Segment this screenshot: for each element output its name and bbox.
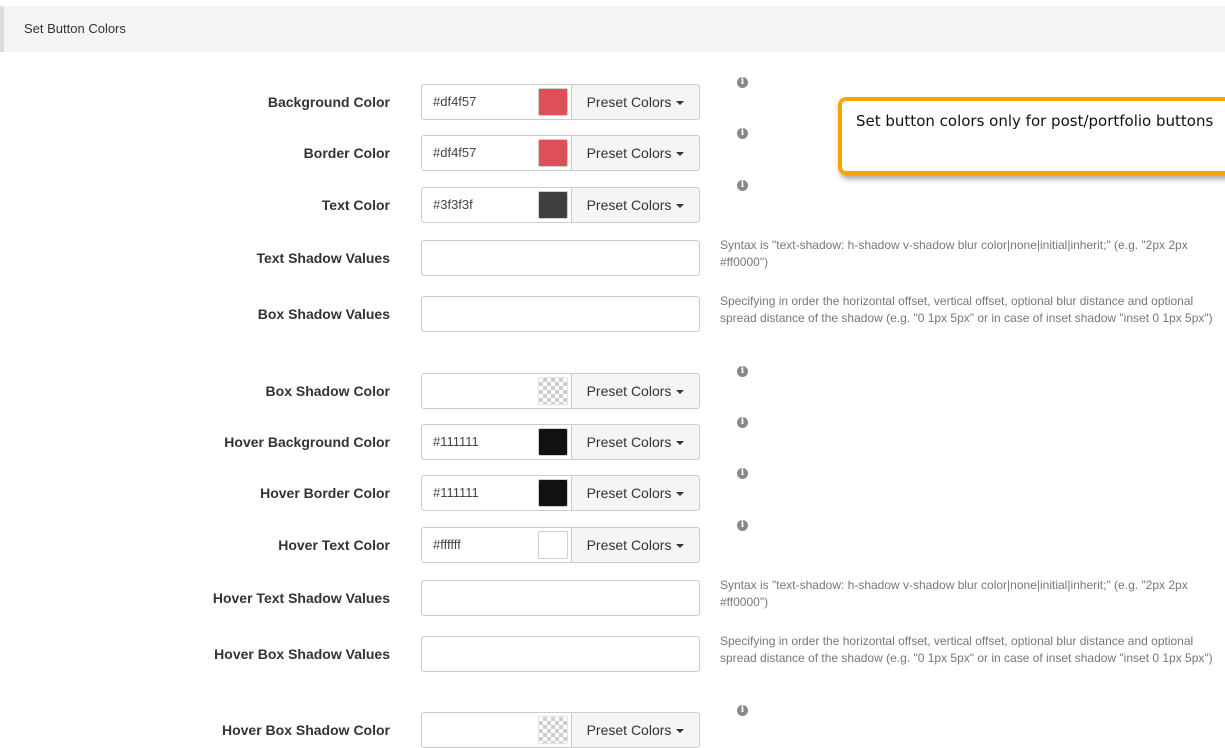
info-circle-icon[interactable]: i — [737, 520, 748, 531]
border-color-input[interactable]: #df4f57 — [421, 135, 571, 171]
text-color-preset-button[interactable]: Preset Colors — [571, 187, 700, 223]
hover-box-shadow-label: Hover Box Shadow Values — [214, 646, 390, 662]
hover-text-color-swatch[interactable] — [538, 531, 568, 559]
info-circle-icon[interactable]: i — [737, 705, 748, 716]
preset-button-label: Preset Colors — [586, 434, 672, 450]
row-text-color: Text Color #3f3f3f Preset Colors i — [0, 180, 1225, 223]
caret-down-icon — [676, 152, 685, 157]
hover-text-shadow-help: Syntax is "text-shadow: h-shadow v-shado… — [720, 578, 1188, 609]
row-box-shadow-color: Box Shadow Color Preset Colors i — [0, 366, 1225, 409]
box-shadow-help: Specifying in order the horizontal offse… — [720, 294, 1213, 325]
caret-down-icon — [676, 101, 685, 106]
caret-down-icon — [676, 492, 685, 497]
preset-button-label: Preset Colors — [586, 197, 672, 213]
hover-box-shadow-help: Specifying in order the horizontal offse… — [720, 634, 1213, 665]
text-shadow-help: Syntax is "text-shadow: h-shadow v-shado… — [720, 238, 1188, 269]
preset-button-label: Preset Colors — [586, 94, 672, 110]
box-shadow-color-swatch[interactable] — [538, 377, 568, 405]
hover-box-shadow-color-preset-button[interactable]: Preset Colors — [571, 712, 700, 748]
hover-box-shadow-color-swatch[interactable] — [538, 716, 568, 744]
row-hover-border-color: Hover Border Color #111111 Preset Colors… — [0, 468, 1225, 511]
hover-background-color-input[interactable]: #111111 — [421, 424, 571, 460]
hover-background-color-value: #111111 — [433, 434, 479, 449]
hover-text-color-preset-button[interactable]: Preset Colors — [571, 527, 700, 563]
row-box-shadow: Box Shadow Values Specifying in order th… — [0, 294, 1225, 332]
row-hover-text-color: Hover Text Color #ffffff Preset Colors i — [0, 520, 1225, 563]
text-color-input[interactable]: #3f3f3f — [421, 187, 571, 223]
border-color-value: #df4f57 — [433, 145, 477, 160]
info-circle-icon[interactable]: i — [737, 77, 748, 88]
background-color-value: #df4f57 — [433, 94, 477, 109]
hover-border-color-label: Hover Border Color — [260, 485, 390, 501]
caret-down-icon — [676, 390, 685, 395]
hover-background-color-label: Hover Background Color — [224, 434, 390, 450]
caret-down-icon — [676, 204, 685, 209]
caret-down-icon — [676, 729, 685, 734]
hover-border-color-swatch[interactable] — [538, 479, 568, 507]
info-circle-icon[interactable]: i — [737, 180, 748, 191]
info-circle-icon[interactable]: i — [737, 128, 748, 139]
caret-down-icon — [676, 544, 685, 549]
info-circle-icon[interactable]: i — [737, 366, 748, 377]
hover-text-color-value: #ffffff — [433, 537, 461, 552]
text-color-value: #3f3f3f — [433, 197, 473, 212]
row-hover-box-shadow-color: Hover Box Shadow Color Preset Colors i — [0, 705, 1225, 748]
text-color-swatch[interactable] — [538, 191, 568, 219]
preset-button-label: Preset Colors — [586, 722, 672, 738]
hover-border-color-preset-button[interactable]: Preset Colors — [571, 475, 700, 511]
preset-button-label: Preset Colors — [586, 485, 672, 501]
box-shadow-color-label: Box Shadow Color — [265, 383, 390, 399]
hover-text-shadow-input[interactable] — [421, 580, 700, 616]
text-shadow-label: Text Shadow Values — [256, 250, 390, 266]
border-color-swatch[interactable] — [538, 139, 568, 167]
hover-text-color-label: Hover Text Color — [278, 537, 390, 553]
border-color-label: Border Color — [303, 145, 390, 161]
section-title: Set Button Colors — [24, 21, 126, 36]
hover-text-color-input[interactable]: #ffffff — [421, 527, 571, 563]
hover-border-color-input[interactable]: #111111 — [421, 475, 571, 511]
background-color-label: Background Color — [267, 94, 390, 110]
text-shadow-input[interactable] — [421, 240, 700, 276]
hover-box-shadow-color-label: Hover Box Shadow Color — [221, 722, 390, 738]
hover-border-color-value: #111111 — [433, 485, 479, 500]
hover-background-color-preset-button[interactable]: Preset Colors — [571, 424, 700, 460]
hover-box-shadow-color-input[interactable] — [421, 712, 571, 748]
background-color-swatch[interactable] — [538, 88, 568, 116]
annotation-callout: Set button colors only for post/portfoli… — [838, 97, 1225, 175]
hover-background-color-swatch[interactable] — [538, 428, 568, 456]
row-hover-box-shadow: Hover Box Shadow Values Specifying in or… — [0, 634, 1225, 672]
background-color-preset-button[interactable]: Preset Colors — [571, 84, 700, 120]
row-text-shadow: Text Shadow Values Syntax is "text-shado… — [0, 238, 1225, 276]
info-circle-icon[interactable]: i — [737, 468, 748, 479]
preset-button-label: Preset Colors — [586, 383, 672, 399]
hover-text-shadow-label: Hover Text Shadow Values — [212, 590, 390, 606]
row-hover-background-color: Hover Background Color #111111 Preset Co… — [0, 417, 1225, 460]
box-shadow-color-preset-button[interactable]: Preset Colors — [571, 373, 700, 409]
box-shadow-label: Box Shadow Values — [257, 306, 390, 322]
background-color-input[interactable]: #df4f57 — [421, 84, 571, 120]
box-shadow-color-input[interactable] — [421, 373, 571, 409]
text-color-label: Text Color — [321, 197, 390, 213]
callout-text: Set button colors only for post/portfoli… — [856, 112, 1214, 130]
caret-down-icon — [676, 441, 685, 446]
preset-button-label: Preset Colors — [586, 537, 672, 553]
hover-box-shadow-input[interactable] — [421, 636, 700, 672]
row-hover-text-shadow: Hover Text Shadow Values Syntax is "text… — [0, 578, 1225, 616]
info-circle-icon[interactable]: i — [737, 417, 748, 428]
box-shadow-input[interactable] — [421, 296, 700, 332]
border-color-preset-button[interactable]: Preset Colors — [571, 135, 700, 171]
preset-button-label: Preset Colors — [586, 145, 672, 161]
section-header: Set Button Colors — [0, 6, 1225, 52]
